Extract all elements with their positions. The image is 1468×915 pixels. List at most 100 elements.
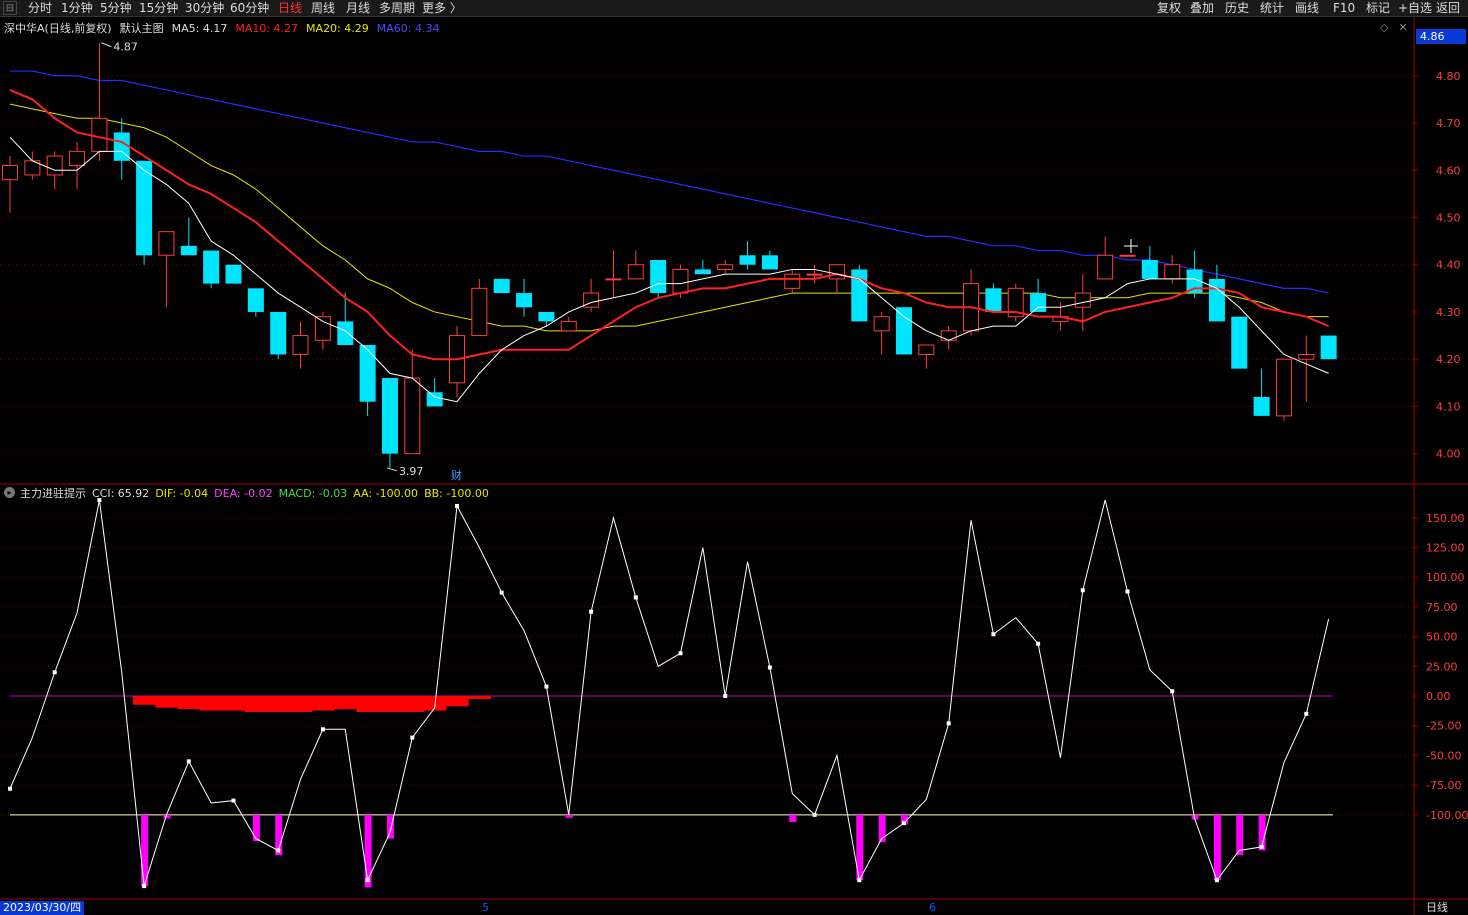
- candle[interactable]: [2, 156, 18, 213]
- candle[interactable]: [851, 264, 868, 322]
- candle[interactable]: [538, 311, 555, 327]
- macd-bar: [334, 696, 357, 710]
- signal-bar: [565, 814, 573, 818]
- toolbar-button[interactable]: 标记: [1366, 1, 1390, 16]
- indicator-tick-label: -100.00: [1426, 809, 1468, 822]
- cci-point: [1125, 589, 1130, 594]
- price-tick-label: 4.70: [1436, 117, 1461, 130]
- candle[interactable]: [560, 316, 577, 332]
- candle[interactable]: [784, 269, 801, 294]
- candle-body: [2, 165, 18, 181]
- panel-controls[interactable]: ◇✕: [1380, 21, 1418, 34]
- candle-body: [1253, 396, 1270, 416]
- period-tab[interactable]: 周线: [311, 1, 335, 16]
- bb-value: BB: -100.00: [424, 487, 489, 500]
- macd-value: MACD: -0.03: [279, 487, 348, 500]
- candle-body: [1141, 260, 1158, 279]
- candle[interactable]: [1097, 236, 1114, 280]
- candle[interactable]: [873, 311, 890, 355]
- candle[interactable]: [225, 264, 242, 284]
- toolbar-button[interactable]: 统计: [1260, 1, 1284, 16]
- candle[interactable]: [918, 344, 935, 369]
- candle[interactable]: [247, 288, 264, 317]
- cci-point: [946, 721, 951, 726]
- signal-bar: [163, 814, 171, 819]
- candle[interactable]: [203, 250, 220, 289]
- candle[interactable]: [292, 321, 309, 369]
- indicator-tick-label: 25.00: [1426, 660, 1458, 673]
- candle[interactable]: [605, 250, 622, 298]
- candle[interactable]: [158, 231, 175, 308]
- candle[interactable]: [136, 160, 153, 265]
- period-tab[interactable]: 15分钟: [139, 1, 178, 16]
- candle[interactable]: [739, 241, 756, 270]
- candle[interactable]: [985, 283, 1002, 312]
- candle-body: [739, 255, 756, 265]
- toolbar-button[interactable]: 返回: [1436, 1, 1460, 16]
- candle[interactable]: [1320, 335, 1337, 360]
- signal-bar: [1213, 814, 1221, 881]
- candle[interactable]: [896, 307, 912, 355]
- candle[interactable]: [493, 278, 510, 294]
- toolbar-button[interactable]: +自选: [1398, 1, 1432, 16]
- candle[interactable]: [694, 260, 711, 275]
- price-tick-label: 4.30: [1436, 306, 1461, 319]
- candle[interactable]: [270, 311, 287, 360]
- month-mark-6: 6: [929, 901, 936, 914]
- indicator-settings-icon[interactable]: ▸: [4, 487, 15, 498]
- main-chart-header: 深中华A(日线,前复权) 默认主图 MA5: 4.17 MA10: 4.27 MA20:…: [4, 21, 439, 35]
- period-tab[interactable]: 分时: [28, 1, 52, 16]
- period-tab[interactable]: 60分钟: [230, 1, 269, 16]
- candle[interactable]: [650, 260, 667, 298]
- period-tab[interactable]: 30分钟: [185, 1, 224, 16]
- close-icon[interactable]: ✕: [1398, 21, 1417, 34]
- candle[interactable]: [516, 278, 533, 317]
- candle[interactable]: [1141, 245, 1158, 279]
- toolbar-button[interactable]: 画线: [1295, 1, 1319, 16]
- candle[interactable]: [404, 349, 421, 455]
- candle[interactable]: [449, 326, 465, 397]
- high-marker-line: [101, 42, 112, 48]
- candle[interactable]: [717, 260, 734, 275]
- candle[interactable]: [583, 278, 600, 312]
- candle[interactable]: [381, 378, 398, 468]
- candle[interactable]: [180, 217, 197, 256]
- kline-chart[interactable]: 4.80 4.70 4.60 4.50 4.40 4.30 4.20 4.10 4.00 150.…: [0, 17, 1468, 915]
- candle[interactable]: [1253, 368, 1270, 416]
- cci-point: [1036, 641, 1041, 646]
- toolbar-button[interactable]: F10: [1333, 1, 1355, 16]
- candle[interactable]: [1298, 335, 1315, 402]
- period-tab[interactable]: 月线: [346, 1, 370, 16]
- cci-points: [8, 498, 1309, 889]
- candle[interactable]: [1275, 358, 1292, 421]
- template-name: 默认主图: [120, 22, 164, 35]
- indicator-tick-label: 75.00: [1426, 601, 1458, 614]
- candle[interactable]: [627, 250, 644, 280]
- cci-point: [142, 884, 147, 889]
- candle[interactable]: [761, 250, 778, 270]
- toolbar-button[interactable]: 历史: [1225, 1, 1249, 16]
- macd-bar: [401, 696, 424, 713]
- financial-report-badge[interactable]: 财: [449, 469, 464, 483]
- period-tab[interactable]: 多周期: [379, 1, 415, 16]
- candle-body: [381, 378, 398, 454]
- period-tab[interactable]: 1分钟: [61, 1, 93, 16]
- candle[interactable]: [471, 278, 488, 337]
- period-tab[interactable]: 5分钟: [100, 1, 132, 16]
- candle[interactable]: [1231, 316, 1248, 369]
- candle[interactable]: [963, 269, 980, 336]
- candle[interactable]: [1007, 283, 1024, 322]
- diamond-icon[interactable]: ◇: [1380, 21, 1398, 34]
- cci-point: [1259, 844, 1264, 849]
- candle[interactable]: [1119, 254, 1136, 257]
- cci-point: [812, 812, 817, 817]
- candle[interactable]: [828, 264, 845, 294]
- toolbar-button[interactable]: 复权: [1157, 1, 1181, 16]
- candle[interactable]: [91, 42, 108, 161]
- period-tab[interactable]: 日线: [278, 1, 302, 16]
- period-tab[interactable]: 更多 〉: [422, 1, 462, 16]
- candle[interactable]: [806, 264, 823, 284]
- indicator-name: 主力进驻提示: [20, 486, 86, 500]
- window-icon[interactable]: ⊟: [3, 1, 17, 15]
- toolbar-button[interactable]: 叠加: [1190, 1, 1214, 16]
